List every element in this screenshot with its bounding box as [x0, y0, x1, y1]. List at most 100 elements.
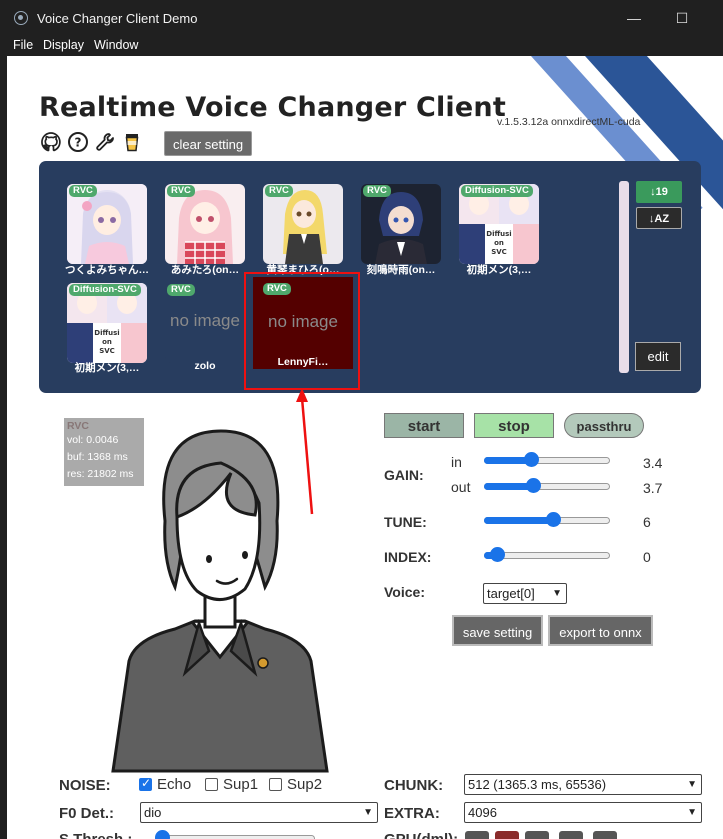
- voice-select[interactable]: target[0] ▼: [483, 583, 567, 604]
- index-slider[interactable]: [484, 547, 610, 562]
- gain-label: GAIN:: [384, 467, 424, 483]
- gain-out-slider[interactable]: [484, 478, 610, 493]
- window-title: Voice Changer Client Demo: [37, 11, 198, 26]
- silence-threshold-label: S.Thresh.:: [59, 831, 132, 839]
- model-list-scrollbar[interactable]: [619, 181, 629, 373]
- model-slot-panel: RVC つくよみちゃん… RVC あみたろ(on… RVC 黄琴まひろ(o… R…: [39, 161, 701, 393]
- stats-response: res: 21802 ms: [67, 468, 134, 480]
- model-slot-1[interactable]: RVC: [67, 184, 147, 264]
- gpu-option-button[interactable]: [465, 831, 489, 839]
- model-type-badge: RVC: [69, 185, 97, 197]
- noise-label: NOISE:: [59, 777, 111, 794]
- passthru-button[interactable]: passthru: [564, 413, 644, 438]
- model-type-badge: Diffusion-SVC: [69, 284, 141, 296]
- save-setting-button[interactable]: save setting: [452, 615, 543, 646]
- version-label: v.1.5.3.12a onnxdirectML-cuda: [497, 116, 641, 128]
- model-label: 初期メン(3,…: [74, 362, 140, 374]
- gain-in-label: in: [451, 454, 462, 470]
- model-label: あみたろ(on…: [170, 264, 240, 276]
- model-type-badge: RVC: [363, 185, 391, 197]
- help-icon[interactable]: ?: [67, 131, 89, 153]
- stats-panel: RVC vol: 0.0046 buf: 1368 ms res: 21802 …: [64, 418, 144, 486]
- sort-alphabetical-button[interactable]: ↓AZ: [636, 207, 682, 229]
- svg-text:?: ?: [75, 136, 82, 150]
- wrench-icon[interactable]: [94, 131, 116, 153]
- gpu-label: GPU(dml):: [384, 831, 458, 839]
- tune-label: TUNE:: [384, 514, 427, 530]
- sup1-checkbox[interactable]: [205, 778, 218, 791]
- tune-value: 6: [643, 514, 651, 530]
- stop-button[interactable]: stop: [474, 413, 554, 438]
- model-slot-2[interactable]: RVC: [165, 184, 245, 264]
- sup2-checkbox[interactable]: [269, 778, 282, 791]
- chevron-down-icon: ▼: [687, 807, 697, 818]
- gain-out-value: 3.7: [643, 480, 663, 496]
- voice-label: Voice:: [384, 584, 425, 600]
- extra-label: EXTRA:: [384, 805, 440, 822]
- menu-file[interactable]: File: [13, 38, 33, 52]
- svg-text:on: on: [494, 239, 504, 247]
- model-slot-4[interactable]: RVC: [361, 184, 441, 264]
- start-button[interactable]: start: [384, 413, 464, 438]
- svg-text:on: on: [102, 338, 112, 346]
- tune-slider[interactable]: [484, 512, 610, 527]
- extra-select-value: 4096: [468, 805, 497, 820]
- stats-buffer: buf: 1368 ms: [67, 451, 128, 463]
- f0-detector-select[interactable]: dio ▼: [140, 802, 378, 823]
- minimize-button[interactable]: —: [620, 6, 648, 30]
- github-icon[interactable]: [40, 131, 62, 153]
- index-label: INDEX:: [384, 549, 432, 565]
- silence-threshold-slider[interactable]: [155, 830, 315, 839]
- annotation-highlight-box: [244, 272, 360, 390]
- chunk-select[interactable]: 512 (1365.3 ms, 65536) ▼: [464, 774, 702, 795]
- model-label: 初期メン(3,…: [466, 264, 532, 276]
- gpu-option-button[interactable]: [593, 831, 617, 839]
- clear-setting-button[interactable]: clear setting: [164, 131, 253, 156]
- menu-window[interactable]: Window: [94, 38, 138, 52]
- gpu-option-button[interactable]: [525, 831, 549, 839]
- gain-in-value: 3.4: [643, 455, 663, 471]
- model-label: 刻鳴時雨(on…: [366, 264, 436, 276]
- model-slot-3[interactable]: RVC: [263, 184, 343, 264]
- menu-bar: File Display Window: [0, 36, 723, 56]
- echo-label: Echo: [157, 776, 192, 793]
- chunk-label: CHUNK:: [384, 777, 444, 794]
- f0-detector-label: F0 Det.:: [59, 805, 115, 822]
- menu-display[interactable]: Display: [43, 38, 84, 52]
- svg-text:Diffusi: Diffusi: [486, 230, 511, 238]
- stats-model-type: RVC: [67, 420, 89, 432]
- extra-select[interactable]: 4096 ▼: [464, 802, 702, 823]
- model-slot-5[interactable]: Diffusi on SVC Diffusion-SVC: [459, 184, 539, 264]
- model-slot-7[interactable]: RVC no image: [165, 283, 245, 363]
- svg-text:SVC: SVC: [99, 347, 115, 355]
- export-onnx-button[interactable]: export to onnx: [548, 615, 653, 646]
- svg-text:SVC: SVC: [491, 248, 507, 256]
- model-type-badge: Diffusion-SVC: [461, 185, 533, 197]
- sort-by-number-button[interactable]: ↓19: [636, 181, 682, 203]
- chevron-down-icon: ▼: [552, 588, 562, 599]
- voice-select-value: target[0]: [487, 586, 535, 601]
- model-type-badge: RVC: [167, 185, 195, 197]
- sup2-label: Sup2: [287, 776, 323, 793]
- model-type-badge: RVC: [167, 284, 195, 296]
- model-label: つくよみちゃん…: [65, 264, 149, 276]
- echo-checkbox[interactable]: [139, 776, 152, 791]
- index-value: 0: [643, 549, 651, 565]
- app-content: Realtime Voice Changer Client v.1.5.3.12…: [7, 56, 723, 839]
- gpu-option-button[interactable]: [495, 831, 519, 839]
- chevron-down-icon: ▼: [363, 807, 373, 818]
- gpu-option-button[interactable]: [559, 831, 583, 839]
- maximize-button[interactable]: ☐: [668, 6, 696, 30]
- gain-in-slider[interactable]: [484, 452, 610, 467]
- stats-volume: vol: 0.0046: [67, 434, 119, 446]
- coffee-icon[interactable]: [121, 131, 143, 153]
- edit-button[interactable]: edit: [635, 342, 681, 371]
- chunk-select-value: 512 (1365.3 ms, 65536): [468, 777, 607, 792]
- app-icon: [14, 11, 28, 25]
- model-slot-6[interactable]: Diffusi on SVC Diffusion-SVC: [67, 283, 147, 363]
- f0-detector-value: dio: [144, 805, 162, 820]
- gain-out-label: out: [451, 479, 471, 495]
- model-label: zolo: [194, 360, 216, 372]
- no-image-placeholder: no image: [170, 311, 240, 330]
- page-title: Realtime Voice Changer Client: [39, 92, 506, 123]
